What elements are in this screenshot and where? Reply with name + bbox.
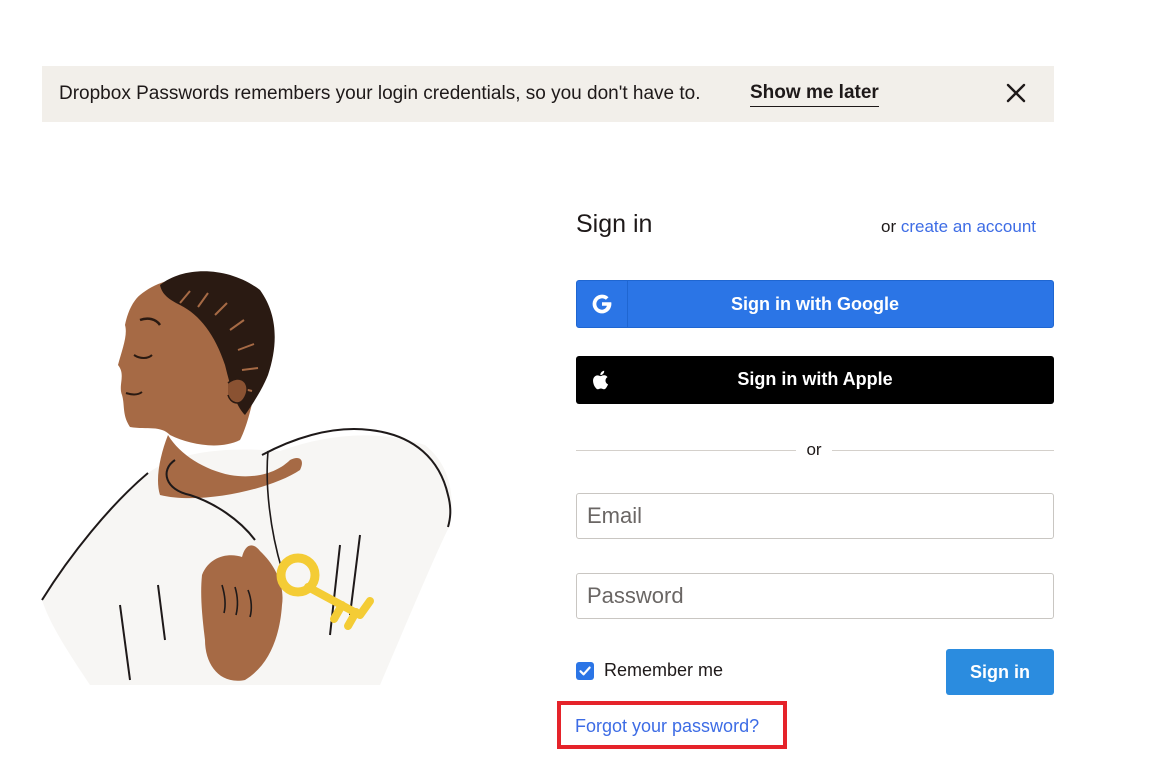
create-account-link[interactable]: create an account: [901, 217, 1036, 236]
divider-or-label: or: [806, 440, 822, 459]
create-account-row: or create an account: [881, 217, 1036, 237]
forgot-password-link[interactable]: Forgot your password?: [575, 716, 759, 737]
remember-me-label: Remember me: [604, 660, 724, 680]
or-prefix: or: [881, 217, 897, 236]
apple-button-label: Sign in with Apple: [737, 369, 893, 389]
remember-me-checkbox[interactable]: Remember me: [576, 660, 723, 681]
password-field[interactable]: [576, 573, 1054, 619]
sign-in-with-apple-button[interactable]: Sign in with Apple: [576, 356, 1054, 404]
password-banner: Dropbox Passwords remembers your login c…: [42, 66, 1054, 122]
google-button-label: Sign in with Google: [731, 294, 899, 314]
show-me-later-link[interactable]: Show me later: [750, 82, 879, 107]
page-title: Sign in: [576, 210, 653, 238]
sign-in-button[interactable]: Sign in: [946, 649, 1054, 695]
checkbox-checked-icon[interactable]: [576, 661, 594, 680]
close-icon[interactable]: [1004, 80, 1028, 106]
divider-left: [576, 450, 796, 451]
sign-in-with-google-button[interactable]: Sign in with Google: [576, 280, 1054, 328]
divider-right: [832, 450, 1054, 451]
email-field[interactable]: [576, 493, 1054, 539]
person-with-key-illustration: [30, 255, 470, 695]
banner-message: Dropbox Passwords remembers your login c…: [59, 83, 701, 104]
